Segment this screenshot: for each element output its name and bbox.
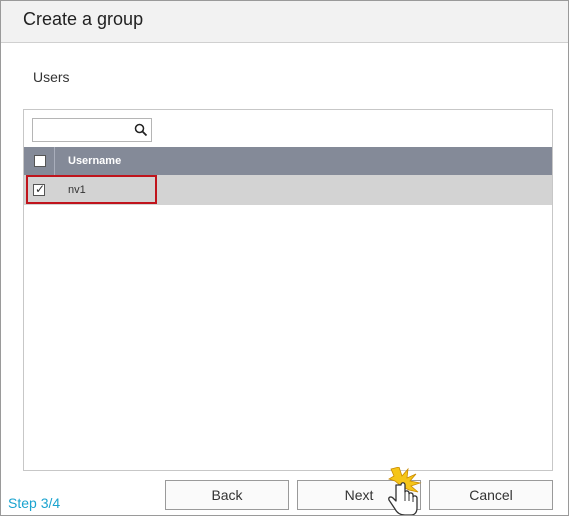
search-icon[interactable] xyxy=(134,123,148,137)
search-input[interactable] xyxy=(33,119,131,141)
dialog-title: Create a group xyxy=(23,9,144,29)
highlight-annotation-box xyxy=(26,175,157,204)
column-header-username[interactable]: Username xyxy=(68,155,121,167)
table-header: Username xyxy=(24,147,552,175)
create-group-dialog: Create a group Users Username ✓ nv1 Step… xyxy=(0,0,569,516)
cancel-button[interactable]: Cancel xyxy=(429,480,553,510)
search-box xyxy=(32,118,152,142)
step-indicator: Step 3/4 xyxy=(8,495,61,511)
header-checkbox-cell xyxy=(24,147,55,175)
select-all-checkbox[interactable] xyxy=(34,155,46,167)
back-button[interactable]: Back xyxy=(165,480,289,510)
users-section-label: Users xyxy=(33,69,70,85)
dialog-titlebar: Create a group xyxy=(1,1,568,43)
hand-pointer-click-icon xyxy=(388,467,422,515)
users-panel: Username ✓ nv1 xyxy=(23,109,553,471)
